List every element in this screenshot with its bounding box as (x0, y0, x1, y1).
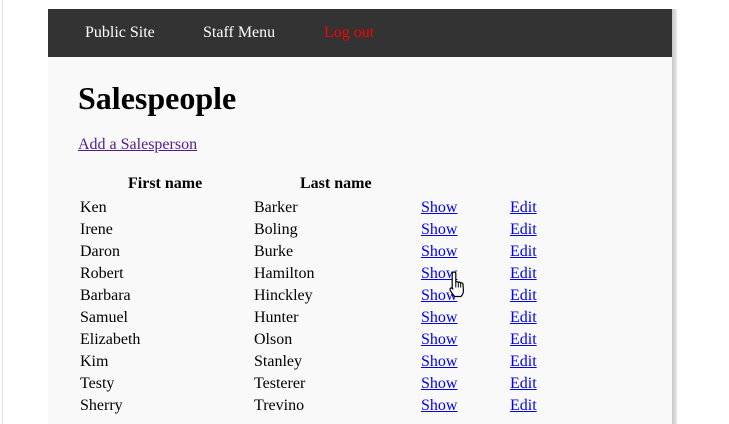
nav-log-out-link[interactable]: Log out (324, 24, 374, 42)
table-row: Robert Hamilton Show Edit (48, 263, 672, 285)
show-link[interactable]: Show (421, 397, 457, 415)
page-title: Salespeople (78, 80, 237, 116)
show-link[interactable]: Show (421, 309, 457, 327)
first-name-cell: Samuel (80, 309, 128, 326)
edit-link[interactable]: Edit (510, 331, 537, 349)
last-name-cell: Olson (254, 331, 293, 348)
table-row: Elizabeth Olson Show Edit (48, 329, 672, 351)
last-name-cell: Hunter (254, 309, 299, 326)
edit-link[interactable]: Edit (510, 353, 537, 371)
first-name-header: First name (128, 175, 203, 192)
show-link[interactable]: Show (421, 353, 457, 371)
add-salesperson-link[interactable]: Add a Salesperson (78, 136, 197, 154)
table-row: Sherry Trevino Show Edit (48, 395, 672, 417)
edit-link[interactable]: Edit (510, 221, 537, 239)
edit-link[interactable]: Edit (510, 397, 537, 415)
show-link[interactable]: Show (421, 199, 457, 217)
first-name-cell: Sherry (80, 397, 123, 414)
first-name-cell: Testy (80, 375, 115, 392)
last-name-cell: Burke (254, 243, 294, 260)
table-row: Barbara Hinckley Show Edit (48, 285, 672, 307)
edit-link[interactable]: Edit (510, 375, 537, 393)
page-shadow (672, 9, 677, 424)
last-name-cell: Testerer (254, 375, 306, 392)
last-name-cell: Boling (254, 221, 298, 238)
last-name-cell: Hinckley (254, 287, 313, 304)
first-name-cell: Kim (80, 353, 109, 370)
page-container: Public Site Staff Menu Log out Salespeop… (48, 9, 672, 424)
last-name-header: Last name (300, 175, 372, 192)
edit-link[interactable]: Edit (510, 265, 537, 283)
last-name-cell: Trevino (254, 397, 305, 414)
edit-link[interactable]: Edit (510, 309, 537, 327)
edit-link[interactable]: Edit (510, 287, 537, 305)
first-name-cell: Elizabeth (80, 331, 141, 348)
nav-public-site-link[interactable]: Public Site (85, 24, 155, 42)
table-row: Daron Burke Show Edit (48, 241, 672, 263)
table-row: Samuel Hunter Show Edit (48, 307, 672, 329)
table-row: Testy Testerer Show Edit (48, 373, 672, 395)
table-row: Ken Barker Show Edit (48, 197, 672, 219)
first-name-cell: Daron (80, 243, 120, 260)
nav-staff-menu-link[interactable]: Staff Menu (203, 24, 275, 42)
edit-link[interactable]: Edit (510, 199, 537, 217)
show-link[interactable]: Show (421, 221, 457, 239)
show-link[interactable]: Show (421, 375, 457, 393)
last-name-cell: Stanley (254, 353, 302, 370)
first-name-cell: Ken (80, 199, 107, 216)
show-link[interactable]: Show (421, 331, 457, 349)
salespeople-table: Ken Barker Show Edit Irene Boling Show E… (48, 197, 672, 417)
hand-pointer-icon (449, 271, 465, 298)
first-name-cell: Irene (80, 221, 113, 238)
first-name-cell: Barbara (80, 287, 131, 304)
navbar: Public Site Staff Menu Log out (48, 9, 672, 57)
first-name-cell: Robert (80, 265, 124, 282)
last-name-cell: Hamilton (254, 265, 315, 282)
edit-link[interactable]: Edit (510, 243, 537, 261)
window-border (2, 0, 3, 424)
table-row: Kim Stanley Show Edit (48, 351, 672, 373)
table-row: Irene Boling Show Edit (48, 219, 672, 241)
show-link[interactable]: Show (421, 243, 457, 261)
last-name-cell: Barker (254, 199, 298, 216)
